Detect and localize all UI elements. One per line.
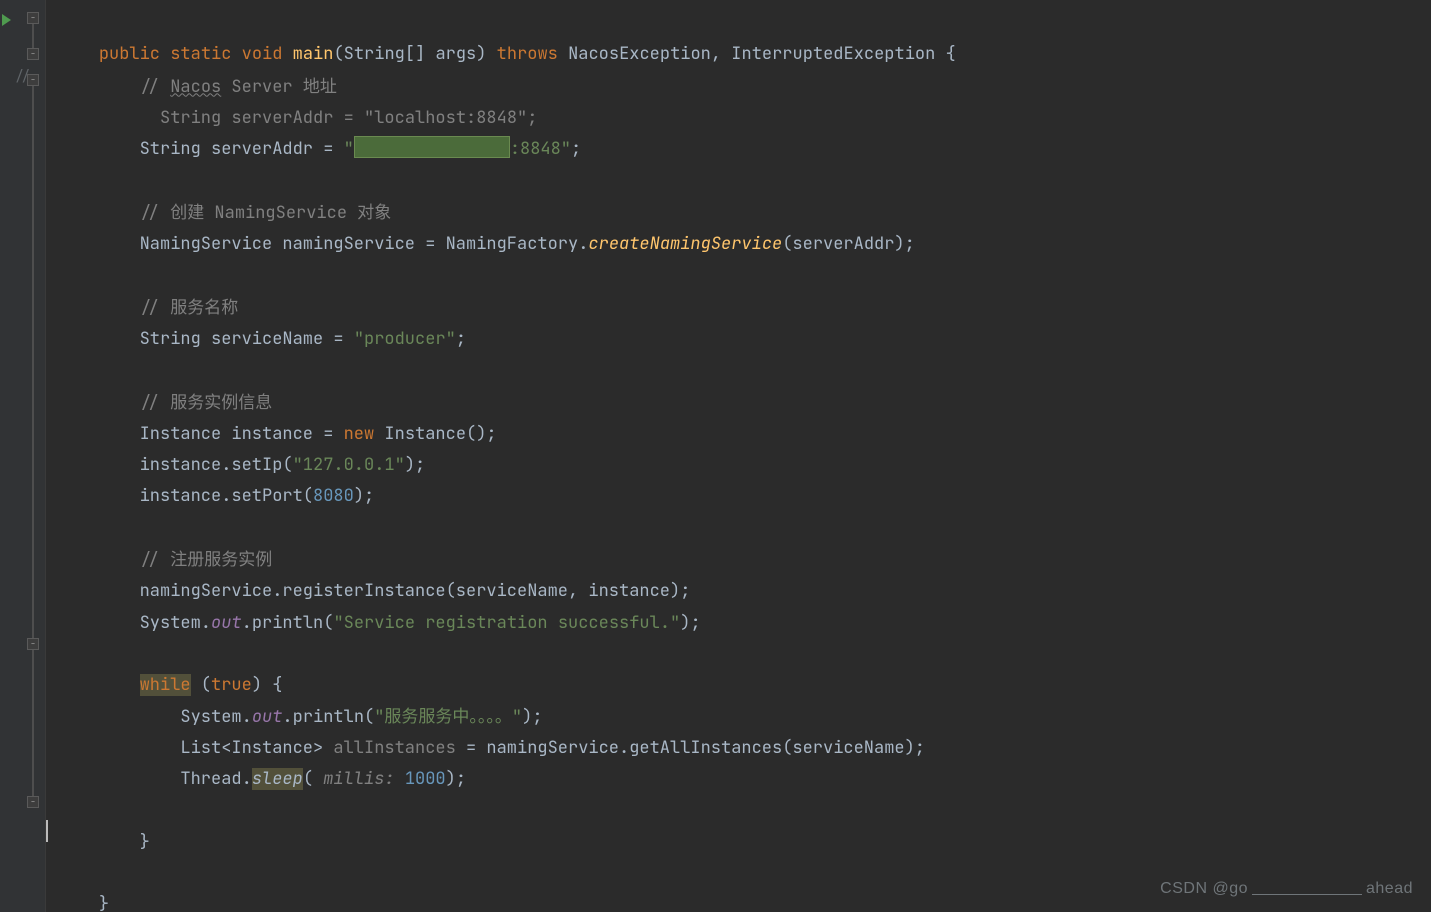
code-line: public static void main(String[] args) t… bbox=[58, 43, 956, 65]
code-line: instance.setIp("127.0.0.1"); bbox=[58, 454, 425, 476]
fold-toggle-icon[interactable] bbox=[27, 796, 39, 808]
code-line: // 服务名称 bbox=[58, 297, 238, 319]
code-line: } bbox=[58, 893, 109, 912]
code-line: System.out.println("服务服务中。。。。"); bbox=[58, 706, 543, 728]
watermark: CSDN @goahead bbox=[1160, 880, 1413, 898]
code-line bbox=[58, 264, 68, 286]
code-line: // 注册服务实例 bbox=[58, 549, 272, 571]
text-caret bbox=[46, 820, 48, 842]
code-line: String serverAddr = "localhost:8848"; bbox=[58, 107, 537, 129]
gutter-comment-marker: // bbox=[14, 68, 31, 86]
redacted-ip bbox=[354, 136, 510, 158]
code-area[interactable]: public static void main(String[] args) t… bbox=[46, 0, 1431, 912]
run-gutter-icon[interactable] bbox=[2, 14, 11, 26]
fold-toggle-icon[interactable] bbox=[27, 12, 39, 24]
code-line: namingService.registerInstance(serviceNa… bbox=[58, 580, 690, 602]
code-line: // 创建 NamingService 对象 bbox=[58, 202, 391, 224]
code-line: instance.setPort(8080); bbox=[58, 485, 374, 507]
gutter: // bbox=[0, 0, 46, 912]
code-line bbox=[58, 169, 68, 191]
code-line: String serverAddr = ":8848"; bbox=[58, 138, 581, 160]
fold-toggle-icon[interactable] bbox=[27, 48, 39, 60]
code-editor[interactable]: // public static void main(String[] args… bbox=[0, 0, 1431, 912]
code-line: } bbox=[58, 831, 150, 853]
code-line: System.out.println("Service registration… bbox=[58, 612, 701, 634]
code-line bbox=[58, 517, 68, 539]
code-line: while (true) { bbox=[58, 674, 282, 696]
code-line: NamingService namingService = NamingFact… bbox=[58, 233, 915, 255]
code-line: List<Instance> allInstances = namingServ… bbox=[58, 737, 925, 759]
code-line: // 服务实例信息 bbox=[58, 392, 272, 414]
code-line bbox=[58, 643, 68, 665]
code-line: String serviceName = "producer"; bbox=[58, 328, 466, 350]
fold-toggle-icon[interactable] bbox=[27, 638, 39, 650]
code-line: Thread.sleep( millis: 1000); bbox=[58, 768, 466, 790]
code-line bbox=[58, 862, 68, 884]
code-line bbox=[58, 799, 68, 821]
code-line: Instance instance = new Instance(); bbox=[58, 423, 497, 445]
code-line: // Nacos Server 地址 bbox=[58, 76, 337, 98]
code-line bbox=[58, 359, 68, 381]
